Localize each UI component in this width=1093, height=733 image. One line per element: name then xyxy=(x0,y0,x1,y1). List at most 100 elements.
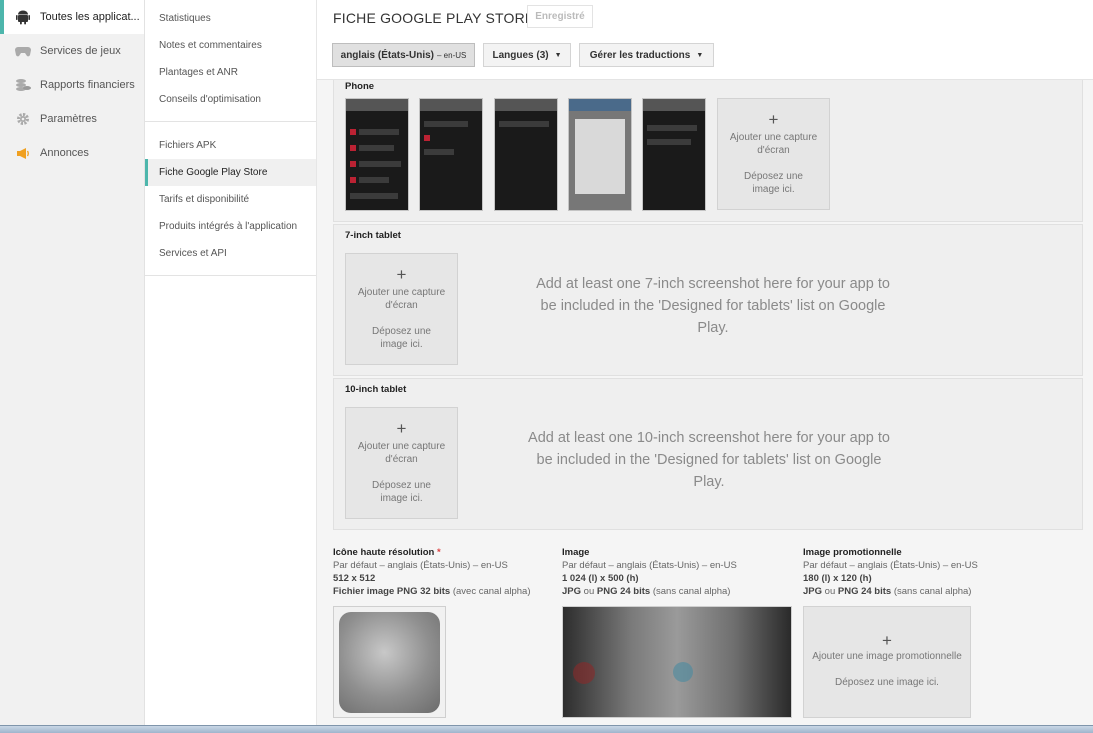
gear-icon xyxy=(14,110,32,128)
feature-graphic-size: 1 024 (l) x 500 (h) xyxy=(562,573,639,584)
app-sub-nav: Statistiques Notes et commentaires Plant… xyxy=(145,0,317,725)
sub-nav-item-statistics[interactable]: Statistiques xyxy=(145,5,316,32)
phone-screenshots-panel: Phone + Ajouter une capture d'écran Dépo… xyxy=(333,80,1083,222)
add-tablet7-screenshot-dropzone[interactable]: + Ajouter une capture d'écran Déposez un… xyxy=(345,253,458,365)
hi-res-icon-format: Fichier image PNG 32 bits xyxy=(333,586,451,597)
sub-nav-item-optimization[interactable]: Conseils d'optimisation xyxy=(145,86,316,113)
languages-label: Langues (3) xyxy=(492,49,549,61)
os-taskbar xyxy=(0,725,1093,733)
left-nav: Toutes les applicat... Services de jeux … xyxy=(0,0,145,725)
language-button[interactable]: anglais (États-Unis) – en-US xyxy=(332,43,475,67)
plus-icon: + xyxy=(396,419,407,438)
promo-graphic-size: 180 (l) x 120 (h) xyxy=(803,573,872,584)
tablet10-screenshots-panel: 10-inch tablet + Ajouter une capture d'é… xyxy=(333,378,1083,530)
sub-nav-item-in-app-products[interactable]: Produits intégrés à l'application xyxy=(145,213,316,240)
nav-item-label: Paramètres xyxy=(40,113,97,125)
feature-graphic-info: Image Par défaut – anglais (États-Unis) … xyxy=(562,546,737,598)
nav-item-settings[interactable]: Paramètres xyxy=(0,102,144,136)
promo-format-note: (sans canal alpha) xyxy=(891,586,972,597)
feature-graphic-title: Image xyxy=(562,547,590,558)
sub-nav-label: Notes et commentaires xyxy=(159,40,262,51)
sub-nav-item-apk[interactable]: Fichiers APK xyxy=(145,132,316,159)
add-promo-graphic-dropzone[interactable]: + Ajouter une image promotionnelle Dépos… xyxy=(803,606,971,718)
saved-button[interactable]: Enregistré xyxy=(527,5,593,28)
page-header: FICHE GOOGLE PLAY STORE Enregistré angla… xyxy=(317,0,1093,80)
sub-nav-group-publish: Fichiers APK Fiche Google Play Store Tar… xyxy=(145,122,316,276)
translations-dropdown[interactable]: Gérer les traductions ▼ xyxy=(579,43,714,67)
promo-format-b: PNG 24 bits xyxy=(837,586,892,597)
add-screenshot-label: Ajouter une capture d'écran xyxy=(357,287,446,311)
add-tablet10-screenshot-dropzone[interactable]: + Ajouter une capture d'écran Déposez un… xyxy=(345,407,458,519)
nav-item-all-apps[interactable]: Toutes les applicat... xyxy=(0,0,144,34)
promo-graphic-info: Image promotionnelle Par défaut – anglai… xyxy=(803,546,978,598)
caret-down-icon: ▼ xyxy=(554,51,562,59)
feature-graphic-default: Par défaut – anglais (États-Unis) – en-U… xyxy=(562,560,737,571)
sub-nav-label: Produits intégrés à l'application xyxy=(159,221,298,232)
hi-res-icon-info: Icône haute résolution * Par défaut – an… xyxy=(333,546,531,598)
nav-item-ads[interactable]: Annonces xyxy=(0,136,144,170)
plus-icon: + xyxy=(396,265,407,284)
feature-graphic-image[interactable] xyxy=(562,606,792,718)
sub-nav-item-services-api[interactable]: Services et API xyxy=(145,240,316,267)
android-icon xyxy=(14,8,32,26)
main-content: FICHE GOOGLE PLAY STORE Enregistré angla… xyxy=(317,0,1093,725)
tablet10-hint: Add at least one 10-inch screenshot here… xyxy=(528,430,890,490)
plus-icon: + xyxy=(768,110,779,129)
sub-nav-label: Fiche Google Play Store xyxy=(159,167,268,178)
language-label: anglais (États-Unis) xyxy=(340,49,434,61)
sub-nav-label: Tarifs et disponibilité xyxy=(159,194,250,205)
phone-section-title: Phone xyxy=(345,81,375,92)
nav-item-label: Services de jeux xyxy=(40,45,121,57)
required-marker: * xyxy=(437,547,441,558)
sub-nav-label: Conseils d'optimisation xyxy=(159,94,261,105)
feature-format-a: JPG xyxy=(562,586,582,597)
sub-nav-group-stats: Statistiques Notes et commentaires Plant… xyxy=(145,0,316,122)
tablet10-section-title: 10-inch tablet xyxy=(345,384,407,395)
screenshot-thumbnail[interactable] xyxy=(568,98,632,211)
nav-item-label: Annonces xyxy=(40,147,89,159)
nav-item-label: Rapports financiers xyxy=(40,79,135,91)
tablet7-section-title: 7-inch tablet xyxy=(345,230,401,241)
screenshot-thumbnail[interactable] xyxy=(642,98,706,211)
coins-icon xyxy=(14,76,32,94)
promo-format-or: ou xyxy=(822,586,838,597)
add-screenshot-label: Ajouter une capture d'écran xyxy=(729,132,818,156)
app-root: Toutes les applicat... Services de jeux … xyxy=(0,0,1093,733)
language-code: – en-US xyxy=(437,50,467,60)
hi-res-icon-size: 512 x 512 xyxy=(333,573,376,584)
sub-nav-item-store-listing[interactable]: Fiche Google Play Store xyxy=(145,159,316,186)
add-screenshot-label: Ajouter une capture d'écran xyxy=(357,441,446,465)
hi-res-icon-title: Icône haute résolution * xyxy=(333,546,531,559)
screenshot-thumbnail[interactable] xyxy=(345,98,409,211)
drop-image-label: Déposez une image ici. xyxy=(744,171,803,195)
hi-res-icon-default: Par défaut – anglais (États-Unis) – en-U… xyxy=(333,560,508,571)
add-phone-screenshot-dropzone[interactable]: + Ajouter une capture d'écran Déposez un… xyxy=(717,98,830,210)
gamepad-icon xyxy=(14,42,32,60)
sub-nav-item-pricing[interactable]: Tarifs et disponibilité xyxy=(145,186,316,213)
languages-dropdown[interactable]: Langues (3) ▼ xyxy=(483,43,571,67)
sub-nav-item-ratings[interactable]: Notes et commentaires xyxy=(145,32,316,59)
hi-res-icon-title-text: Icône haute résolution xyxy=(333,547,435,558)
hi-res-icon-image[interactable] xyxy=(333,606,446,718)
sub-nav-label: Fichiers APK xyxy=(159,140,217,151)
add-promo-label: Ajouter une image promotionnelle xyxy=(812,651,962,662)
screenshot-thumbnail[interactable] xyxy=(494,98,558,211)
nav-item-game-services[interactable]: Services de jeux xyxy=(0,34,144,68)
tablet7-hint: Add at least one 7-inch screenshot here … xyxy=(536,276,890,336)
plus-icon: + xyxy=(882,631,892,650)
nav-item-financial-reports[interactable]: Rapports financiers xyxy=(0,68,144,102)
screenshot-thumbnail[interactable] xyxy=(419,98,483,211)
megaphone-icon xyxy=(14,144,32,162)
caret-down-icon: ▼ xyxy=(696,51,704,59)
page-title: FICHE GOOGLE PLAY STORE xyxy=(333,10,535,26)
feature-format-b: PNG 24 bits xyxy=(596,586,651,597)
promo-graphic-default: Par défaut – anglais (États-Unis) – en-U… xyxy=(803,560,978,571)
drop-image-label: Déposez une image ici. xyxy=(372,326,431,350)
tablet7-screenshots-panel: 7-inch tablet + Ajouter une capture d'éc… xyxy=(333,224,1083,376)
sub-nav-label: Services et API xyxy=(159,248,227,259)
drop-image-label: Déposez une image ici. xyxy=(372,480,431,504)
sub-nav-item-crashes[interactable]: Plantages et ANR xyxy=(145,59,316,86)
nav-item-label: Toutes les applicat... xyxy=(40,11,140,23)
sub-nav-label: Plantages et ANR xyxy=(159,67,238,78)
feature-format-or: ou xyxy=(581,586,597,597)
